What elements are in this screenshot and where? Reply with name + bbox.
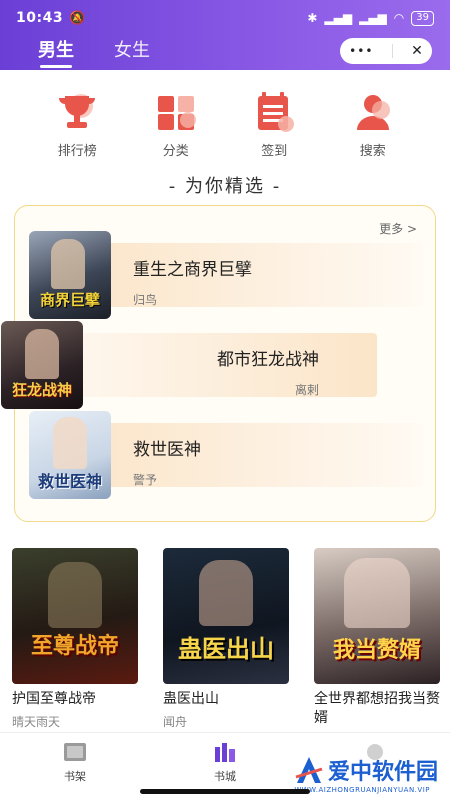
book-cover[interactable]: 我当赘婿 — [314, 548, 440, 684]
status-time: 10:43 — [16, 10, 64, 26]
book-title: 救世医神 — [133, 440, 201, 460]
book-title: 全世界都想招我当赘婿 — [314, 691, 440, 726]
book-title: 都市狂龙战神 — [217, 350, 319, 370]
gender-tabs: 男生 女生 — [38, 36, 150, 68]
book-cover[interactable]: 蛊医出山 — [163, 548, 289, 684]
nav-item-checkin[interactable]: 签到 — [239, 90, 309, 159]
status-right: ✱ ▂▄▆ ▂▄▆ ◠ 39 — [307, 10, 434, 26]
book-title: 重生之商界巨擘 — [133, 260, 252, 280]
cover-title: 狂龙战神 — [11, 381, 72, 400]
nav-item-ranking[interactable]: 排行榜 — [42, 90, 112, 159]
signal-icon-2: ▂▄▆ — [359, 11, 387, 25]
quick-nav: 排行榜 分类 签到 搜索 — [0, 90, 450, 159]
tab-label: 书城 — [214, 770, 236, 783]
featured-item[interactable]: 商界巨擘 重生之商界巨擘 归鸟 — [15, 231, 437, 319]
featured-box: 更多 > 商界巨擘 重生之商界巨擘 归鸟 都市狂龙战神 离剌 狂龙战神 救世医神… — [1, 205, 437, 522]
cover-title: 我当赘婿 — [332, 637, 421, 663]
mute-icon: 🔕 — [69, 10, 86, 26]
nav-label-checkin: 签到 — [261, 144, 288, 159]
cover-title: 至尊战帝 — [30, 633, 119, 659]
book-author: 警予 — [133, 473, 158, 487]
book-cover[interactable]: 至尊战帝 — [12, 548, 138, 684]
miniapp-capsule: ••• ✕ — [340, 38, 432, 64]
nav-item-category[interactable]: 分类 — [141, 90, 211, 159]
grid-book[interactable]: 蛊医出山 蛊医出山 闻舟 — [163, 548, 289, 730]
tab-bookshelf[interactable]: 书架 — [0, 733, 150, 800]
person-search-icon — [356, 95, 390, 130]
featured-item[interactable]: 都市狂龙战神 离剌 狂龙战神 — [1, 321, 437, 409]
grid-icon — [157, 96, 196, 130]
cover-title: 救世医神 — [37, 472, 102, 492]
watermark-text: 爱中软件园 — [327, 760, 438, 785]
watermark: 爱中软件园 WWW.AIZHONGRUANJIANYUAN.VIP — [294, 754, 438, 794]
nav-label-search: 搜索 — [359, 144, 386, 159]
section-title: - 为你精选 - — [168, 176, 282, 197]
trophy-icon — [59, 94, 96, 128]
status-bar: 10:43 🔕 ✱ ▂▄▆ ▂▄▆ ◠ 39 — [16, 8, 434, 28]
bluetooth-icon: ✱ — [307, 11, 318, 25]
cover-title: 商界巨擘 — [39, 291, 100, 310]
wifi-icon: ◠ — [393, 11, 405, 25]
tab-female[interactable]: 女生 — [114, 36, 150, 68]
tab-male[interactable]: 男生 — [38, 36, 74, 68]
book-title: 护国至尊战帝 — [12, 691, 96, 707]
book-cover[interactable]: 狂龙战神 — [1, 321, 83, 409]
nav-label-ranking: 排行榜 — [57, 144, 97, 159]
grid-book[interactable]: 至尊战帝 护国至尊战帝 晴天雨天 — [12, 548, 138, 730]
close-icon[interactable]: ✕ — [411, 43, 423, 59]
more-icon[interactable]: ••• — [349, 44, 373, 58]
cover-title: 蛊医出山 — [178, 634, 274, 663]
battery-icon: 39 — [411, 10, 434, 26]
grid-book[interactable]: 我当赘婿 全世界都想招我当赘婿 — [314, 548, 440, 730]
book-author: 归鸟 — [133, 293, 158, 307]
bookshelf-icon — [64, 743, 86, 761]
home-indicator — [140, 789, 310, 794]
bookstore-icon — [215, 743, 235, 762]
book-author: 晴天雨天 — [12, 715, 61, 729]
capsule-divider — [391, 44, 393, 58]
tab-label: 书架 — [64, 770, 86, 783]
book-cover[interactable]: 救世医神 — [29, 411, 111, 499]
checkin-calendar-icon — [258, 92, 295, 132]
featured-item[interactable]: 救世医神 救世医神 警予 — [15, 411, 437, 499]
featured-band — [75, 423, 423, 487]
nav-item-search[interactable]: 搜索 — [338, 90, 408, 159]
book-author: 离剌 — [294, 383, 319, 397]
book-title: 蛊医出山 — [163, 691, 219, 707]
watermark-logo-icon — [295, 757, 323, 783]
watermark-url: WWW.AIZHONGRUANJIANYUAN.VIP — [294, 786, 430, 794]
nav-label-category: 分类 — [162, 144, 189, 159]
book-grid: 至尊战帝 护国至尊战帝 晴天雨天 蛊医出山 蛊医出山 闻舟 我当赘婿 全世界都想… — [12, 548, 440, 730]
book-author: 闻舟 — [163, 715, 188, 729]
book-cover[interactable]: 商界巨擘 — [29, 231, 111, 319]
top-header: 10:43 🔕 ✱ ▂▄▆ ▂▄▆ ◠ 39 男生 女生 ••• ✕ — [0, 0, 450, 70]
signal-icon: ▂▄▆ — [324, 11, 353, 25]
